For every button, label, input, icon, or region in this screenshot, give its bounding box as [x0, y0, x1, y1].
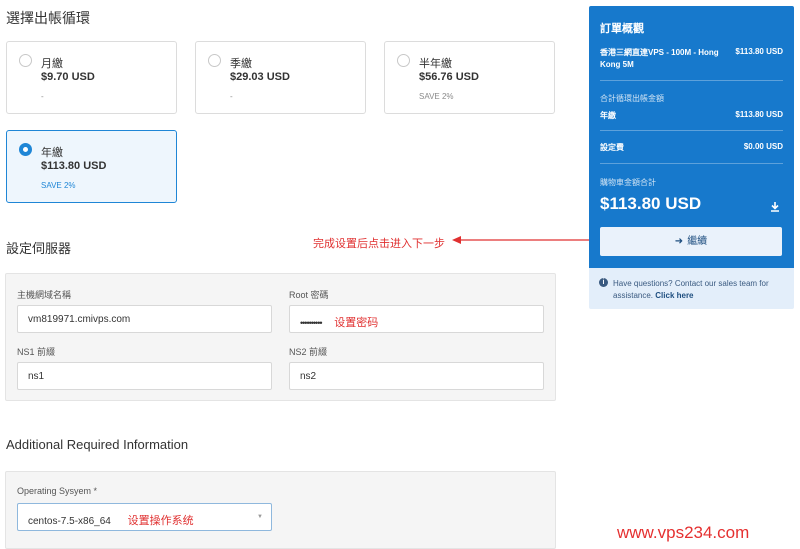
divider [600, 80, 783, 81]
cycle-option-monthly[interactable]: 月繳 $9.70 USD - [6, 41, 177, 114]
ns2-input[interactable]: ns2 [289, 362, 544, 390]
os-selected-value: centos-7.5-x86_64 [28, 516, 111, 527]
order-summary-title: 訂單概觀 [600, 23, 644, 35]
info-icon: i [599, 278, 608, 287]
help-link[interactable]: Click here [655, 291, 693, 300]
cycle-save: SAVE 2% [41, 181, 76, 190]
continue-label: 繼續 [687, 236, 708, 247]
order-summary-panel: 訂單概觀 香港三網直連VPS - 100M - Hong Kong 5M $11… [589, 6, 794, 268]
cycle-price: $29.03 USD [230, 71, 290, 83]
annotation-next-step: 完成设置后点击进入下一步 [313, 238, 445, 250]
divider [600, 163, 783, 164]
cycle-name: 年繳 [41, 147, 63, 159]
cycle-price: $9.70 USD [41, 71, 95, 83]
billing-cycle-title: 選擇出帳循環 [6, 10, 90, 26]
cycle-price: $56.76 USD [419, 71, 479, 83]
download-icon[interactable] [770, 202, 780, 212]
root-password-label: Root 密碼 [289, 290, 329, 300]
product-name: 香港三網直連VPS - 100M - Hong Kong 5M [600, 48, 719, 69]
annotation-set-password: 设置密码 [334, 317, 379, 329]
recurring-label: 合計循環出帳金額 [600, 94, 664, 103]
additional-info-title: Additional Required Information [6, 437, 189, 452]
radio-quarterly[interactable] [208, 54, 221, 67]
continue-button[interactable]: ➜ 繼續 [600, 227, 782, 256]
cycle-save: - [41, 92, 44, 101]
root-password-input[interactable]: •••••••••• 设置密码 [289, 305, 544, 333]
radio-semiannual[interactable] [397, 54, 410, 67]
root-password-mask: •••••••••• [300, 318, 322, 328]
help-text: Have questions? Contact our sales team f… [613, 278, 785, 302]
total-amount: $113.80 USD [600, 194, 702, 213]
arrow-right-icon: ➜ [674, 236, 684, 247]
chevron-down-icon: ▼ [257, 514, 263, 520]
cycle-price: $113.80 USD [735, 110, 783, 119]
cycle-save: - [230, 92, 233, 101]
cycle-price: $113.80 USD [41, 160, 107, 172]
help-box: i Have questions? Contact our sales team… [589, 268, 794, 309]
cycle-option-quarterly[interactable]: 季繳 $29.03 USD - [195, 41, 366, 114]
cycle-name: 季繳 [230, 58, 252, 70]
setup-label: 設定費 [600, 143, 624, 152]
setup-price: $0.00 USD [743, 142, 783, 151]
cycle-option-semiannual[interactable]: 半年繳 $56.76 USD SAVE 2% [384, 41, 555, 114]
hostname-label: 主機網域名稱 [17, 290, 72, 300]
arrow-annotation-icon [452, 236, 602, 244]
cycle-label: 年繳 [600, 111, 616, 120]
ns2-label: NS2 前綴 [289, 347, 328, 357]
cycle-save: SAVE 2% [419, 92, 454, 101]
radio-annual-selected[interactable] [19, 143, 32, 156]
cycle-name: 月繳 [41, 58, 63, 70]
annotation-set-os: 设置操作系统 [127, 515, 194, 527]
additional-info-panel: Operating Sysyem * centos-7.5-x86_64 设置操… [5, 471, 556, 549]
watermark: www.vps234.com [617, 523, 750, 542]
product-price: $113.80 USD [735, 47, 783, 56]
server-config-panel: 主機網域名稱 vm819971.cmivps.com Root 密碼 •••••… [5, 273, 556, 401]
os-label: Operating Sysyem * [17, 486, 98, 496]
cycle-option-annual[interactable]: 年繳 $113.80 USD SAVE 2% [6, 130, 177, 203]
ns1-label: NS1 前綴 [17, 347, 56, 357]
total-label: 購物車金額合計 [600, 178, 656, 187]
hostname-input[interactable]: vm819971.cmivps.com [17, 305, 272, 333]
radio-monthly[interactable] [19, 54, 32, 67]
cycle-name: 半年繳 [419, 58, 452, 70]
ns1-input[interactable]: ns1 [17, 362, 272, 390]
os-select[interactable]: centos-7.5-x86_64 设置操作系统 ▼ [17, 503, 272, 531]
server-config-title: 設定伺服器 [6, 241, 72, 256]
divider [600, 130, 783, 131]
